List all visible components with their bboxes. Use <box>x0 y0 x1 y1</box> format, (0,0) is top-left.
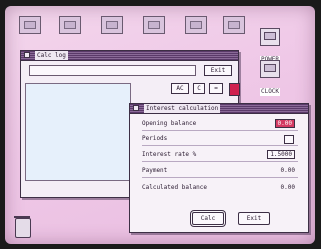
calculated-balance-label: Calculated balance <box>142 184 208 191</box>
color-swatch <box>229 83 240 96</box>
exit-button[interactable]: Exit <box>238 212 270 225</box>
power-icon <box>260 28 280 46</box>
all-clear-button[interactable]: AC <box>171 83 189 94</box>
divider <box>142 161 298 162</box>
opening-balance-field[interactable]: 0.00 <box>274 119 295 128</box>
interest-rate-field[interactable]: 1.5000 <box>267 150 295 159</box>
clock-icon <box>260 60 280 78</box>
desktop: POWER CLOCK Calc log Exit AC C = Interes… <box>5 6 315 244</box>
divider <box>142 145 298 146</box>
entry-field[interactable] <box>29 65 196 76</box>
trash-icon[interactable] <box>14 216 31 238</box>
log-area[interactable] <box>25 83 131 181</box>
interest-rate-label: Interest rate % <box>142 151 197 158</box>
clear-button[interactable]: C <box>193 83 205 94</box>
pen-icon[interactable] <box>185 16 207 34</box>
calculated-balance-value: 0.00 <box>280 184 295 191</box>
desktop-icon-label: CLOCK <box>259 88 281 96</box>
close-icon[interactable] <box>24 52 30 58</box>
opening-balance-label: Opening balance <box>142 120 197 127</box>
interest-dialog: Interest calculation Opening balance 0.0… <box>129 103 309 233</box>
printer-icon[interactable] <box>223 16 245 34</box>
periods-field[interactable] <box>284 135 294 144</box>
payment-field[interactable]: 0.00 <box>281 167 295 175</box>
periods-label: Periods <box>142 135 168 142</box>
tool-icon[interactable] <box>143 16 165 34</box>
window-title: Calc log <box>35 51 68 60</box>
folder-icon[interactable] <box>101 16 123 34</box>
dialog-titlebar[interactable]: Interest calculation <box>130 104 308 114</box>
window-titlebar[interactable]: Calc log <box>21 51 238 61</box>
exit-button[interactable]: Exit <box>204 65 232 76</box>
desktop-icon-clock[interactable]: CLOCK <box>255 60 285 97</box>
calc-button[interactable]: Calc <box>192 212 224 225</box>
dialog-title: Interest calculation <box>144 104 221 113</box>
document-icon[interactable] <box>59 16 81 34</box>
disk-icon[interactable] <box>19 16 41 34</box>
equals-button[interactable]: = <box>209 83 223 94</box>
close-icon[interactable] <box>133 105 139 111</box>
divider <box>142 177 298 178</box>
payment-label: Payment <box>142 167 168 174</box>
divider <box>142 130 298 131</box>
